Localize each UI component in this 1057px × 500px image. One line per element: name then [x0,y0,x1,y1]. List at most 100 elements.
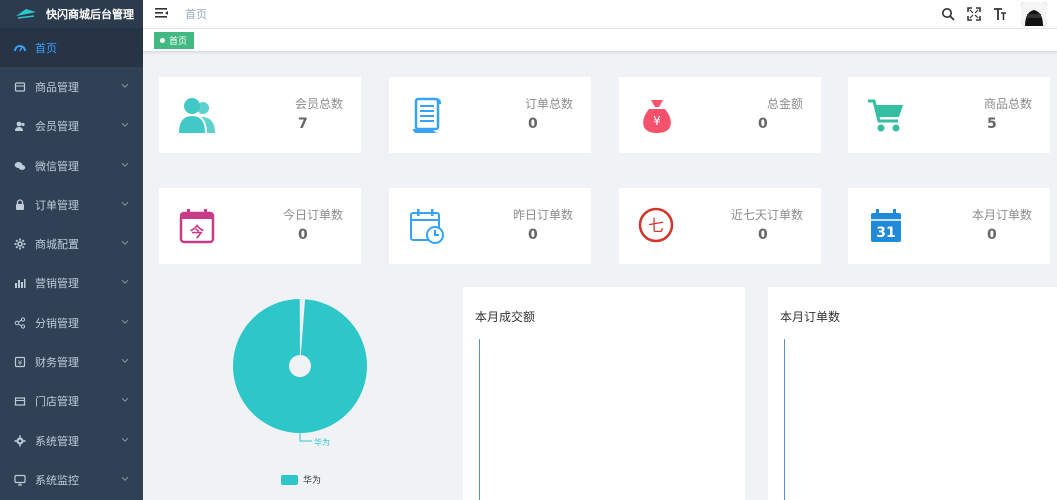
chevron-down-icon [121,236,129,249]
legend-swatch [281,474,298,485]
stat-card-seven-day-orders[interactable]: 七 近七天订单数 0 [619,188,821,264]
font-size-icon[interactable] [993,7,1007,21]
logo-icon [16,9,36,19]
sidebar-item-label: 商城配置 [35,238,79,252]
sidebar-item-label: 微信管理 [35,159,79,173]
chevron-down-icon [121,472,129,485]
sidebar-item-4[interactable]: 订单管理 [0,185,143,224]
sidebar-item-label: 分销管理 [35,316,79,330]
chevron-down-icon [121,354,129,367]
stat-label: 本月订单数 [971,208,1032,222]
pie-slice-label: 华为 [314,438,330,447]
goods-icon [14,81,26,93]
pie-svg [233,299,367,442]
pie-legend[interactable]: 华为 [281,473,321,486]
sidebar-item-label: 系统管理 [35,434,79,448]
stat-value: 0 [528,116,538,132]
stat-value: 0 [528,227,538,243]
stat-label: 近七天订单数 [730,208,803,222]
members-icon [14,120,26,132]
sidebar-item-5[interactable]: 商城配置 [0,224,143,263]
chevron-down-icon [121,276,129,289]
y-axis-line [479,339,480,500]
avatar-image-icon [1021,2,1047,26]
seven-circle-icon: 七 [638,207,674,243]
stat-value: 0 [758,227,768,243]
hamburger-icon[interactable] [155,7,169,21]
stat-label: 订单总数 [524,97,573,111]
bar-chart-icon [14,277,26,289]
sidebar-item-label: 营销管理 [35,277,79,291]
wechat-icon [14,160,26,172]
stat-label: 昨日订单数 [512,208,573,222]
brand-pie-chart: 华为 华为 [160,285,440,500]
sidebar-item-3[interactable]: 微信管理 [0,146,143,185]
chevron-down-icon [121,315,129,328]
pie-slice-huawei[interactable] [233,299,367,433]
stat-value: 0 [758,116,768,132]
lock-icon [14,199,26,211]
today-calendar-icon: 今 [179,209,215,244]
avatar[interactable] [1021,2,1047,26]
dashboard-icon [14,42,26,54]
gear-icon [14,238,26,250]
fullscreen-icon[interactable] [967,7,981,21]
finance-icon: ¥ [14,356,26,368]
sidebar-item-7[interactable]: 分销管理 [0,303,143,342]
tag-label: 首页 [169,37,188,47]
legend-label: 华为 [303,476,322,486]
today-glyph: 今 [189,224,204,241]
cart-icon [868,99,903,132]
scroll-icon [413,97,442,133]
pie-label-line [299,433,312,442]
breadcrumb[interactable]: 首页 [185,6,207,22]
stat-card-amount[interactable]: ¥ 总金额 0 [619,77,821,153]
stat-card-orders[interactable]: 订单总数 0 [389,77,591,153]
tags-view: 首页 [143,28,1057,52]
sidebar-item-label: 门店管理 [35,395,79,409]
sidebar-item-1[interactable]: 商品管理 [0,67,143,106]
tag-home[interactable]: 首页 [154,32,195,49]
chevron-down-icon [121,433,129,446]
svg-text:¥: ¥ [18,359,23,367]
sidebar-item-10[interactable]: 系统管理 [0,421,143,460]
stat-value: 5 [987,116,997,132]
calendar-clock-icon [410,209,444,244]
chevron-down-icon [121,197,129,210]
sidebar-item-8[interactable]: ¥ 财务管理 [0,342,143,381]
chevron-down-icon [121,394,129,407]
active-dot-icon [160,38,165,43]
brand[interactable]: 快闪商城后台管理 [0,0,143,28]
app-title: 快闪商城后台管理 [46,8,134,21]
panel-title: 本月成交额 [475,310,536,324]
users-icon [179,98,215,133]
sidebar-item-11[interactable]: 系统监控 [0,460,143,499]
month-glyph: 31 [876,225,895,241]
sidebar-item-2[interactable]: 会员管理 [0,107,143,146]
stat-card-members[interactable]: 会员总数 7 [159,77,361,153]
chevron-down-icon [121,118,129,131]
share-icon [14,317,26,329]
stat-card-goods[interactable]: 商品总数 5 [848,77,1050,153]
stat-card-yesterday-orders[interactable]: 昨日订单数 0 [389,188,591,264]
store-icon [14,395,26,407]
stat-card-today-orders[interactable]: 今 今日订单数 0 [159,188,361,264]
sidebar-item-label: 首页 [35,41,57,55]
sidebar: 快闪商城后台管理 首页商品管理会员管理微信管理订单管理商城配置营销管理分销管理 ¥… [0,0,143,500]
stat-label: 今日订单数 [282,208,343,222]
sidebar-item-label: 会员管理 [35,120,79,134]
panel-title: 本月订单数 [780,310,841,324]
svg-text:¥: ¥ [653,114,661,128]
sidebar-item-9[interactable]: 门店管理 [0,382,143,421]
stat-value: 0 [987,227,997,243]
header-actions [941,0,1047,28]
monitor-icon [14,474,26,486]
search-icon[interactable] [941,7,955,21]
stat-card-month-orders[interactable]: 31 本月订单数 0 [848,188,1050,264]
seven-glyph: 七 [648,216,664,235]
panel-month-turnover: 本月成交额 [463,287,745,500]
sidebar-item-0[interactable]: 首页 [0,28,143,68]
sidebar-item-label: 系统监控 [35,473,79,487]
sidebar-item-6[interactable]: 营销管理 [0,264,143,303]
calendar-31-icon: 31 [871,209,901,242]
